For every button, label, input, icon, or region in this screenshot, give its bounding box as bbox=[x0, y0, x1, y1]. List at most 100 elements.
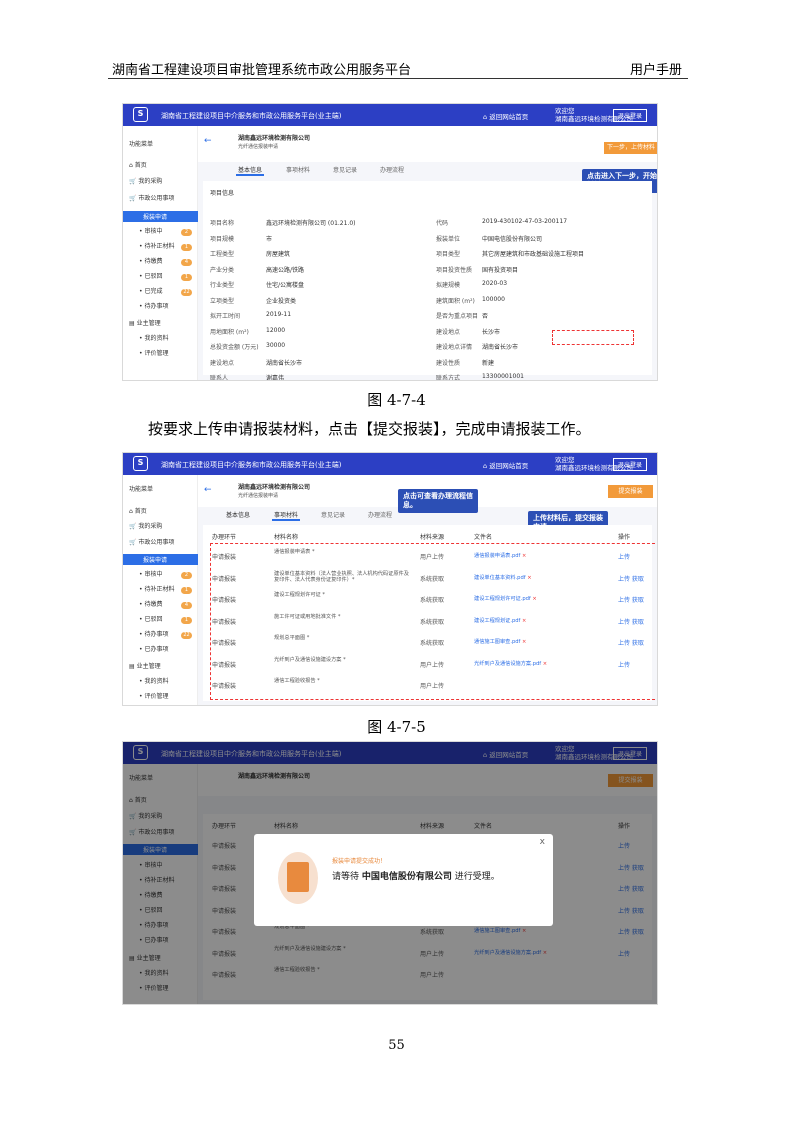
field-label: 行业类型 bbox=[210, 282, 235, 289]
field-value: 2019-430102-47-03-200117 bbox=[482, 218, 568, 225]
page-number: 55 bbox=[388, 1038, 405, 1053]
header-manual: 用户手册 bbox=[629, 63, 682, 78]
field-label: 代码 bbox=[436, 220, 449, 227]
sidebar-owner[interactable]: ▤ 业主管理 bbox=[129, 319, 161, 329]
field-label: 建设性质 bbox=[436, 359, 461, 367]
field-label: 是否为重点项目 bbox=[436, 313, 479, 320]
main-panel: ← 湖南鑫远环境检测有限公司 光纤通信报装申请 基本信息 事项材料 意见记录 办… bbox=[198, 126, 657, 380]
field-value: 13300001001 bbox=[482, 373, 524, 380]
field-label: 报装单位 bbox=[436, 235, 461, 243]
field-label: 用地面积 (m²) bbox=[210, 328, 249, 336]
logout-button[interactable]: 退出登录 bbox=[612, 109, 647, 122]
field-value: 新建 bbox=[482, 359, 495, 367]
modal-message: 请等待 中国电信股份有限公司 进行受理。 bbox=[332, 872, 500, 882]
field-value: 湖南省长沙市 bbox=[482, 344, 519, 351]
field-value: 湖南省长沙市 bbox=[266, 359, 303, 367]
sidebar-home[interactable]: ⌂ 首页 bbox=[129, 161, 147, 171]
modal-title: 报装申请提交成功！ bbox=[332, 858, 387, 865]
field-value: 高速公路/铁路 bbox=[266, 266, 305, 274]
field-value: 国有投资项目 bbox=[482, 266, 519, 274]
sidebar-todo[interactable]: • 待办事项 bbox=[139, 302, 168, 312]
field-value: 否 bbox=[482, 313, 489, 320]
field-value: 2019-11 bbox=[266, 311, 292, 318]
field-value: 房屋建筑 bbox=[266, 251, 291, 258]
tab-materials[interactable]: 事项材料 bbox=[274, 510, 298, 519]
field-label: 拟开工时间 bbox=[210, 313, 241, 320]
sidebar-apply[interactable]: 报装申请 bbox=[123, 211, 198, 222]
home-link[interactable]: ⌂ 返回网站首页 bbox=[483, 460, 528, 470]
tab-opinions[interactable]: 意见记录 bbox=[333, 165, 357, 174]
field-label: 立项类型 bbox=[210, 297, 235, 305]
company-sub: 光纤通信报装申请 bbox=[238, 144, 279, 150]
app-title: 湖南省工程建设项目中介服务和市政公用服务平台(业主端) bbox=[161, 461, 342, 469]
sidebar-rejected[interactable]: • 已驳回 bbox=[139, 272, 162, 282]
main-panel-2: ← 湖南鑫远环境检测有限公司 光纤通信报装申请 基本信息 事项材料 意见记录 办… bbox=[198, 475, 657, 705]
app-title: 湖南省工程建设项目中介服务和市政公用服务平台(业主端) bbox=[161, 112, 342, 120]
tab-flow[interactable]: 办理流程 bbox=[380, 165, 404, 174]
screenshot-fig2: S 湖南省工程建设项目中介服务和市政公用服务平台(业主端) ⌂ 返回网站首页 欢… bbox=[122, 452, 658, 706]
logout-button[interactable]: 退出登录 bbox=[612, 458, 647, 471]
app-topbar-2: S 湖南省工程建设项目中介服务和市政公用服务平台(业主端) ⌂ 返回网站首页 欢… bbox=[123, 453, 657, 475]
field-value: 企业投资类 bbox=[266, 297, 297, 305]
field-label: 工程类型 bbox=[210, 251, 235, 258]
sidebar-municipal[interactable]: 🛒 市政公用事项 bbox=[129, 538, 174, 548]
field-label: 建筑面积 (m²) bbox=[436, 297, 475, 305]
back-arrow-icon[interactable]: ← bbox=[204, 485, 212, 495]
field-value: 30000 bbox=[266, 342, 286, 349]
app-topbar: S 湖南省工程建设项目中介服务和市政公用服务平台(业主端) ⌂ 返回网站首页 欢… bbox=[123, 104, 657, 126]
sidebar-home[interactable]: ⌂ 首页 bbox=[129, 507, 147, 517]
sidebar-apply[interactable]: 报装申请 bbox=[123, 554, 198, 565]
field-label: 项目规模 bbox=[210, 235, 235, 243]
field-label: 项目投资性质 bbox=[436, 266, 473, 274]
sidebar-reviewing[interactable]: • 审核中 bbox=[139, 227, 162, 237]
tab-materials[interactable]: 事项材料 bbox=[286, 165, 310, 174]
field-label: 联系方式 bbox=[436, 375, 461, 381]
home-link[interactable]: ⌂ 返回网站首页 bbox=[483, 111, 528, 121]
sidebar-profile[interactable]: • 我的资料 bbox=[139, 334, 168, 344]
sidebar-purchase[interactable]: 🛒 我的采购 bbox=[129, 522, 162, 532]
sidebar-supplement[interactable]: • 待补正材料 bbox=[139, 242, 174, 252]
app-logo-icon: S bbox=[133, 107, 148, 122]
app-logo-icon: S bbox=[133, 456, 148, 471]
running-header: 湖南省工程建设项目审批管理系统市政公用服务平台 用户手册 bbox=[108, 53, 688, 79]
company-name: 湖南鑫远环境检测有限公司 bbox=[238, 135, 311, 142]
field-value: 2020-03 bbox=[482, 280, 508, 287]
highlight-unit bbox=[552, 330, 634, 345]
table-header: 材料来源 bbox=[420, 534, 445, 541]
sidebar-pay[interactable]: • 待缴费 bbox=[139, 257, 162, 267]
sidebar-purchase[interactable]: 🛒 我的采购 bbox=[129, 177, 162, 187]
callout-flow: 点击可查看办理流程信息。 bbox=[398, 489, 478, 513]
tab-basic[interactable]: 基本信息 bbox=[238, 165, 262, 174]
field-value: 住宅/公寓楼盘 bbox=[266, 282, 305, 289]
field-label: 总投资金额 (万元) bbox=[210, 344, 259, 351]
sidebar-done[interactable]: • 已完成 bbox=[139, 287, 162, 297]
sidebar-municipal[interactable]: 🛒 市政公用事项 bbox=[129, 194, 174, 204]
caption-fig1: 图 4-7-4 bbox=[367, 391, 426, 409]
table-header: 办理环节 bbox=[212, 534, 237, 541]
field-label: 项目类型 bbox=[436, 251, 461, 258]
field-value: 市 bbox=[266, 235, 273, 243]
tab-flow[interactable]: 办理流程 bbox=[368, 510, 392, 519]
field-value: 鑫远环境检测有限公司 (01.21.0) bbox=[266, 220, 356, 227]
next-upload-button[interactable]: 下一步，上传材料 bbox=[604, 142, 657, 154]
field-label: 拟建规模 bbox=[436, 282, 461, 289]
header-title: 湖南省工程建设项目审批管理系统市政公用服务平台 bbox=[112, 63, 412, 78]
submit-button[interactable]: 提交报装 bbox=[608, 485, 653, 498]
field-label: 建设地点 bbox=[210, 359, 235, 367]
table-header: 材料名称 bbox=[274, 534, 299, 541]
field-value: 100000 bbox=[482, 295, 505, 303]
tab-opinions[interactable]: 意见记录 bbox=[321, 510, 345, 519]
tab-basic[interactable]: 基本信息 bbox=[226, 510, 250, 519]
screenshot-fig3: S 湖南省工程建设项目中介服务和市政公用服务平台(业主端) ⌂ 返回网站首页 欢… bbox=[122, 741, 658, 1005]
close-icon[interactable]: x bbox=[540, 837, 545, 847]
document-illustration-icon bbox=[278, 852, 318, 904]
back-arrow-icon[interactable]: ← bbox=[204, 136, 212, 146]
sidebar-rating[interactable]: • 评价管理 bbox=[139, 349, 168, 359]
field-value: 谢嘉伟 bbox=[266, 375, 285, 381]
field-value: 12000 bbox=[266, 326, 286, 334]
field-label: 项目名称 bbox=[210, 220, 235, 227]
field-label: 产业分类 bbox=[210, 266, 235, 274]
sidebar-2: 功能菜单 ⌂ 首页 🛒 我的采购 🛒 市政公用事项 报装申请 • 审核中 2 • … bbox=[123, 475, 198, 705]
field-label: 建设地点 bbox=[436, 328, 461, 336]
caption-fig2: 图 4-7-5 bbox=[367, 718, 426, 736]
